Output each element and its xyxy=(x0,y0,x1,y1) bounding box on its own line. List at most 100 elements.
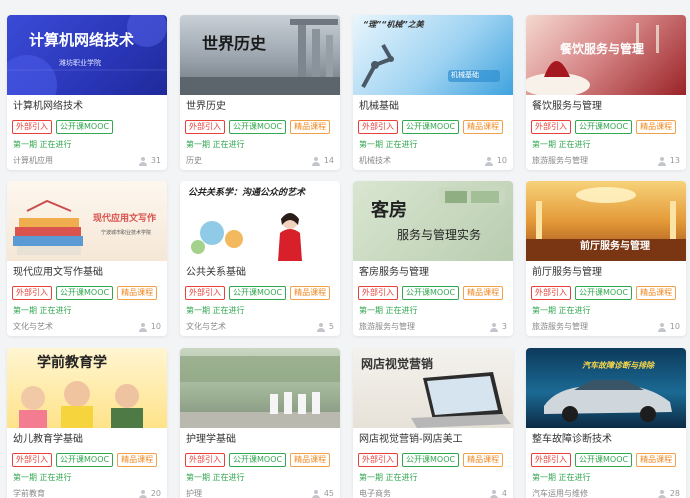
course-cover-image[interactable]: “理”“机械”之美 机械基础 xyxy=(353,15,513,95)
course-category: 旅游服务与管理 xyxy=(532,156,588,165)
course-category: 电子商务 xyxy=(359,489,391,498)
user-icon xyxy=(311,156,320,166)
course-status: 第一期 正在进行 xyxy=(359,306,418,315)
course-card[interactable]: 汽车故障诊断与排除 整车故障诊断技术 外部引入 公开课MOOC 精品课程 第一期… xyxy=(526,348,686,498)
course-category: 计算机应用 xyxy=(13,156,53,165)
learner-count-value: 31 xyxy=(150,156,161,165)
course-status: 第一期 正在进行 xyxy=(186,473,245,482)
course-cover-image[interactable] xyxy=(180,348,340,428)
cover-title: 现代应用文写作 xyxy=(93,214,157,224)
cover-title: 网店视觉营销 xyxy=(361,357,434,371)
user-icon xyxy=(489,489,498,498)
course-card[interactable]: 现代应用文写作 宁波城市职业技术学院 现代应用文写作基础 外部引入 公开课MOO… xyxy=(7,181,167,336)
tag-mooc: 公开课MOOC xyxy=(575,286,633,300)
course-card[interactable]: 计算机网络技术 潍坊职业学院 计算机网络技术 外部引入 公开课MOOC 第一期 … xyxy=(7,15,167,170)
tag-external: 外部引入 xyxy=(12,453,52,467)
user-icon xyxy=(657,322,666,332)
course-card[interactable]: 客房 服务与管理实务 客房服务与管理 外部引入 公开课MOOC 精品课程 第一期… xyxy=(353,181,513,336)
tag-mooc: 公开课MOOC xyxy=(229,453,287,467)
course-title[interactable]: 前厅服务与管理 xyxy=(532,266,682,280)
learner-count-value: 14 xyxy=(323,156,334,165)
tag-mooc: 公开课MOOC xyxy=(575,120,633,134)
course-cover-image[interactable]: 计算机网络技术 潍坊职业学院 xyxy=(7,15,167,95)
course-status: 第一期 正在进行 xyxy=(359,140,418,149)
course-title[interactable]: 网店视觉营销-网店美工 xyxy=(359,433,509,447)
course-category: 旅游服务与管理 xyxy=(532,322,588,331)
course-card[interactable]: 世界历史 世界历史 外部引入 公开课MOOC 精品课程 第一期 正在进行 历史 … xyxy=(180,15,340,170)
course-status: 第一期 正在进行 xyxy=(13,473,72,482)
learner-count: 20 xyxy=(138,488,161,498)
tag-list: 外部引入 公开课MOOC 精品课程 xyxy=(12,453,158,467)
learner-count-value: 10 xyxy=(150,322,161,331)
course-card[interactable]: 前厅服务与管理 前厅服务与管理 外部引入 公开课MOOC 精品课程 第一期 正在… xyxy=(526,181,686,336)
tag-quality: 精品课程 xyxy=(636,286,677,300)
learner-count: 10 xyxy=(484,155,507,167)
learner-count: 45 xyxy=(311,488,334,498)
course-title[interactable]: 计算机网络技术 xyxy=(13,100,163,114)
tag-list: 外部引入 公开课MOOC 精品课程 xyxy=(185,453,331,467)
course-title[interactable]: 整车故障诊断技术 xyxy=(532,433,682,447)
course-card[interactable]: 学前教育学 幼儿教育学基础 外部引入 公开课MOOC 精品课程 第一期 正在进行… xyxy=(7,348,167,498)
course-title[interactable]: 幼儿教育学基础 xyxy=(13,433,163,447)
cover-title: 前厅服务与管理 xyxy=(580,241,650,252)
tag-mooc: 公开课MOOC xyxy=(56,286,114,300)
user-icon xyxy=(138,489,147,498)
learner-count-value: 3 xyxy=(501,322,507,331)
tag-mooc: 公开课MOOC xyxy=(56,120,114,134)
course-category: 文化与艺术 xyxy=(186,322,226,331)
learner-count: 4 xyxy=(489,488,507,498)
course-cover-image[interactable]: 客房 服务与管理实务 xyxy=(353,181,513,261)
tag-quality: 精品课程 xyxy=(290,120,331,134)
course-cover-image[interactable]: 现代应用文写作 宁波城市职业技术学院 xyxy=(7,181,167,261)
course-category: 文化与艺术 xyxy=(13,322,53,331)
learner-count-value: 10 xyxy=(669,322,680,331)
course-status: 第一期 正在进行 xyxy=(186,140,245,149)
course-card[interactable]: 网店视觉营销 网店视觉营销-网店美工 外部引入 公开课MOOC 精品课程 第一期… xyxy=(353,348,513,498)
tag-external: 外部引入 xyxy=(358,286,398,300)
course-title[interactable]: 护理学基础 xyxy=(186,433,336,447)
tag-quality: 精品课程 xyxy=(636,453,677,467)
course-status: 第一期 正在进行 xyxy=(13,140,72,149)
tag-external: 外部引入 xyxy=(185,453,225,467)
course-cover-image[interactable]: 世界历史 xyxy=(180,15,340,95)
tag-list: 外部引入 公开课MOOC 精品课程 xyxy=(12,286,158,300)
course-title[interactable]: 公共关系基础 xyxy=(186,266,336,280)
course-title[interactable]: 现代应用文写作基础 xyxy=(13,266,163,280)
learner-count-value: 10 xyxy=(496,156,507,165)
cover-subtitle: 宁波城市职业技术学院 xyxy=(101,230,152,236)
tag-list: 外部引入 公开课MOOC 精品课程 xyxy=(185,120,331,134)
tag-quality: 精品课程 xyxy=(463,286,504,300)
tag-mooc: 公开课MOOC xyxy=(402,453,460,467)
course-card[interactable]: 餐饮服务与管理 餐饮服务与管理 外部引入 公开课MOOC 精品课程 第一期 正在… xyxy=(526,15,686,170)
course-title[interactable]: 客房服务与管理 xyxy=(359,266,509,280)
course-title[interactable]: 餐饮服务与管理 xyxy=(532,100,682,114)
course-title[interactable]: 世界历史 xyxy=(186,100,336,114)
learner-count: 10 xyxy=(657,321,680,333)
cover-title: “理”“机械”之美 xyxy=(363,20,424,29)
user-icon xyxy=(138,156,147,166)
course-cover-image[interactable]: 餐饮服务与管理 xyxy=(526,15,686,95)
course-cover-image[interactable]: 网店视觉营销 xyxy=(353,348,513,428)
cover-title: 公共关系学：沟通公众的艺术 xyxy=(188,188,306,198)
learner-count-value: 13 xyxy=(669,156,680,165)
course-category: 汽车运用与维修 xyxy=(532,489,588,498)
tag-list: 外部引入 公开课MOOC 精品课程 xyxy=(531,453,677,467)
course-cover-image[interactable]: 公共关系学：沟通公众的艺术 xyxy=(180,181,340,261)
cover-title: 计算机网络技术 xyxy=(29,31,135,49)
tag-list: 外部引入 公开课MOOC 精品课程 xyxy=(358,286,504,300)
course-status: 第一期 正在进行 xyxy=(13,306,72,315)
course-cover-image[interactable]: 汽车故障诊断与排除 xyxy=(526,348,686,428)
course-card[interactable]: “理”“机械”之美 机械基础 机械基础 外部引入 公开课MOOC 精品课程 第一… xyxy=(353,15,513,170)
tag-external: 外部引入 xyxy=(185,120,225,134)
tag-list: 外部引入 公开课MOOC 精品课程 xyxy=(185,286,331,300)
cover-title: 客房 xyxy=(371,200,407,221)
course-card[interactable]: 护理学基础 外部引入 公开课MOOC 精品课程 第一期 正在进行 护理 45 xyxy=(180,348,340,498)
course-grid: 计算机网络技术 潍坊职业学院 计算机网络技术 外部引入 公开课MOOC 第一期 … xyxy=(0,0,690,498)
blue-banner-icon xyxy=(7,15,167,95)
tag-mooc: 公开课MOOC xyxy=(402,120,460,134)
course-card[interactable]: 公共关系学：沟通公众的艺术 公共关系基础 外部引入 公开课MOOC 精品课程 第… xyxy=(180,181,340,336)
course-cover-image[interactable]: 前厅服务与管理 xyxy=(526,181,686,261)
course-cover-image[interactable]: 学前教育学 xyxy=(7,348,167,428)
course-title[interactable]: 机械基础 xyxy=(359,100,509,114)
learner-count: 3 xyxy=(489,321,507,333)
